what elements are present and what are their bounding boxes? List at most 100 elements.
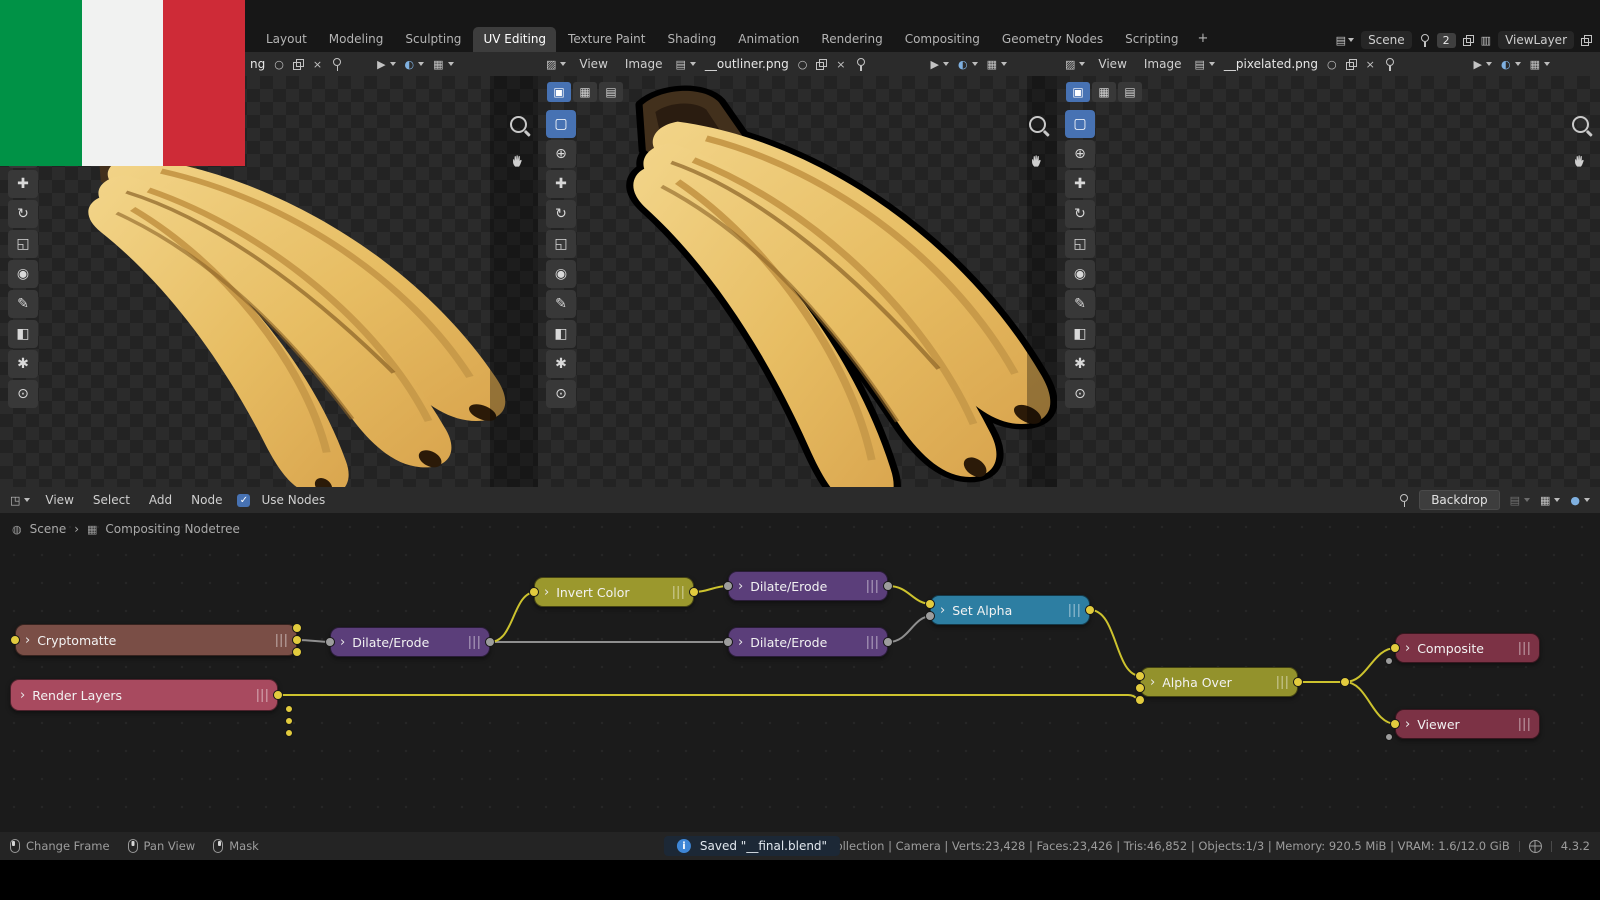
viewlayer-selector[interactable]: ViewLayer: [1498, 31, 1574, 49]
backdrop-button[interactable]: Backdrop: [1419, 490, 1499, 510]
pin-icon[interactable]: [331, 58, 342, 71]
node-canvas[interactable]: ◍ Scene › ▦ Compositing Nodetree: [0, 513, 1600, 832]
fake-user-icon[interactable]: ○: [798, 58, 808, 71]
menu-view[interactable]: View: [1094, 56, 1130, 72]
annotate-icon[interactable]: ✎: [1065, 290, 1095, 318]
image-viewport[interactable]: ▣ ▦ ▤ ▢⊕✚↻◱◉✎◧✱⊙: [1057, 76, 1600, 487]
collapse-icon[interactable]: ›: [738, 579, 743, 594]
tab-shading[interactable]: Shading: [657, 27, 726, 52]
fake-user-icon[interactable]: ○: [1327, 58, 1337, 71]
node-grip[interactable]: [867, 580, 878, 593]
pan-hand-icon[interactable]: [1573, 153, 1588, 169]
relax-icon[interactable]: ◧: [1065, 320, 1095, 348]
socket[interactable]: [285, 705, 293, 713]
pin-icon[interactable]: [855, 58, 866, 71]
tab-texture-paint[interactable]: Texture Paint: [558, 27, 655, 52]
scene-users-badge[interactable]: 2: [1437, 33, 1456, 48]
collapse-icon[interactable]: ›: [940, 603, 945, 618]
socket[interactable]: [1385, 733, 1393, 741]
menu-image[interactable]: Image: [621, 56, 667, 72]
select-mode-extend[interactable]: ▦: [1092, 82, 1116, 102]
browse-image-icon[interactable]: ▤: [1194, 58, 1214, 71]
menu-view[interactable]: View: [41, 492, 77, 508]
fake-user-icon[interactable]: ○: [274, 58, 284, 71]
select-mode-subtract[interactable]: ▤: [599, 82, 623, 102]
snapping-icon[interactable]: ▦: [1540, 494, 1560, 507]
collapse-icon[interactable]: ›: [1405, 717, 1410, 732]
socket[interactable]: [285, 729, 293, 737]
move-icon[interactable]: ✚: [546, 170, 576, 198]
socket[interactable]: [1135, 671, 1145, 681]
socket[interactable]: [925, 599, 935, 609]
socket[interactable]: [10, 635, 20, 645]
use-nodes-checkbox[interactable]: ✓: [237, 494, 250, 507]
socket[interactable]: [292, 635, 302, 645]
node-grip[interactable]: [1069, 604, 1080, 617]
node-cryptomatte[interactable]: › Cryptomatte: [15, 624, 297, 656]
node-grip[interactable]: [276, 634, 287, 647]
socket[interactable]: [1135, 683, 1145, 693]
socket[interactable]: [1135, 695, 1145, 705]
grab-icon[interactable]: ✱: [1065, 350, 1095, 378]
node-alpha-over[interactable]: › Alpha Over: [1140, 667, 1298, 697]
socket[interactable]: [883, 581, 893, 591]
menu-node[interactable]: Node: [187, 492, 226, 508]
socket[interactable]: [925, 611, 935, 621]
scale-icon[interactable]: ◱: [8, 230, 38, 258]
new-viewlayer-icon[interactable]: [1581, 35, 1592, 46]
transform-icon[interactable]: ◉: [8, 260, 38, 288]
select-mode-box[interactable]: ▣: [1066, 82, 1090, 102]
collapse-icon[interactable]: ›: [1150, 675, 1155, 690]
menu-add[interactable]: Add: [145, 492, 176, 508]
node-grip[interactable]: [1277, 676, 1288, 689]
socket[interactable]: [1085, 605, 1095, 615]
zoom-icon[interactable]: [510, 116, 527, 133]
socket[interactable]: [723, 581, 733, 591]
sample-icon[interactable]: ⊙: [8, 380, 38, 408]
zoom-icon[interactable]: [1572, 116, 1589, 133]
socket[interactable]: [285, 717, 293, 725]
reroute-node[interactable]: [1340, 677, 1350, 687]
image-viewport[interactable]: ▣ ▦ ▤ ▢⊕✚↻◱◉✎◧✱⊙: [538, 76, 1057, 487]
select-mode-subtract[interactable]: ▤: [1118, 82, 1142, 102]
cursor-icon[interactable]: ⊕: [1065, 140, 1095, 168]
scale-icon[interactable]: ◱: [546, 230, 576, 258]
new-image-icon[interactable]: [816, 59, 827, 70]
relax-icon[interactable]: ◧: [546, 320, 576, 348]
browse-image-icon[interactable]: ▤: [675, 58, 695, 71]
node-grip[interactable]: [867, 636, 878, 649]
unlink-icon[interactable]: ×: [313, 58, 322, 71]
node-composite[interactable]: › Composite: [1395, 633, 1540, 663]
node-grip[interactable]: [469, 636, 480, 649]
tab-sculpting[interactable]: Sculpting: [395, 27, 471, 52]
socket[interactable]: [883, 637, 893, 647]
socket[interactable]: [273, 690, 283, 700]
cursor-icon[interactable]: ⊕: [546, 140, 576, 168]
image-name[interactable]: __pixelated.png: [1224, 57, 1318, 71]
node-set-alpha[interactable]: › Set Alpha: [930, 595, 1090, 625]
menu-view[interactable]: View: [575, 56, 611, 72]
tab-layout[interactable]: Layout: [256, 27, 317, 52]
image-name[interactable]: ng: [250, 57, 265, 71]
collapse-icon[interactable]: ›: [25, 633, 30, 648]
sample-icon[interactable]: ⊙: [1065, 380, 1095, 408]
tab-modeling[interactable]: Modeling: [319, 27, 394, 52]
socket[interactable]: [1390, 643, 1400, 653]
unlink-icon[interactable]: ×: [1366, 58, 1375, 71]
node-invert-color[interactable]: › Invert Color: [534, 577, 694, 607]
socket[interactable]: [292, 623, 302, 633]
socket[interactable]: [292, 647, 302, 657]
node-grip[interactable]: [1519, 718, 1530, 731]
rotate-icon[interactable]: ↻: [8, 200, 38, 228]
socket[interactable]: [1385, 657, 1393, 665]
annotate-icon[interactable]: ✎: [546, 290, 576, 318]
node-grip[interactable]: [673, 586, 684, 599]
new-image-icon[interactable]: [1346, 59, 1357, 70]
node-dilate-erode-1[interactable]: › Dilate/Erode: [330, 627, 490, 657]
gizmo-icon[interactable]: ▶: [1474, 58, 1492, 71]
annotate-icon[interactable]: ✎: [8, 290, 38, 318]
select-mode-box[interactable]: ▣: [547, 82, 571, 102]
backdrop-image-icon[interactable]: ▤: [1510, 494, 1530, 507]
overlays-icon[interactable]: ◐: [405, 58, 425, 71]
collapse-icon[interactable]: ›: [738, 635, 743, 650]
